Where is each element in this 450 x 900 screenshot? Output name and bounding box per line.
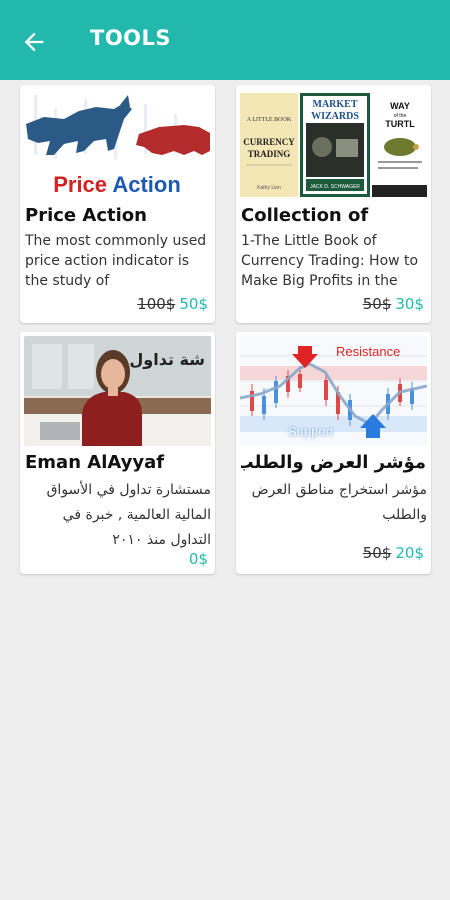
svg-text:Price Action: Price Action: [53, 172, 181, 197]
old-price: 50$: [362, 295, 392, 313]
support-label: Support: [288, 424, 334, 439]
svg-text:WIZARDS: WIZARDS: [311, 111, 359, 122]
svg-text:JACK D. SCHWAGER: JACK D. SCHWAGER: [310, 184, 360, 190]
page-title: TOOLS: [90, 26, 172, 50]
card-description: مستشارة تداول في الأسواق المالية العالمي…: [46, 482, 211, 548]
current-price: 20$: [395, 544, 424, 562]
svg-text:Kathy Lien: Kathy Lien: [257, 185, 281, 191]
svg-text:TURTL: TURTL: [385, 119, 415, 129]
tool-card-eman-alayyaf[interactable]: شة تداول Eman AlAyyaf مستشارة تداول في ا…: [20, 332, 215, 574]
resistance-label: Resistance: [336, 344, 401, 359]
card-title: Price Action: [25, 205, 147, 226]
tool-card-book-collection[interactable]: A LITTLE BOOK CURRENCY TRADING Kathy Lie…: [236, 85, 431, 323]
consultant-photo: شة تداول: [24, 336, 211, 446]
card-price: 100$ 50$: [137, 295, 208, 313]
tool-card-supply-demand[interactable]: Resistance Support مؤشر العرض والطلب مؤش…: [236, 332, 431, 574]
old-price: 100$: [137, 295, 176, 313]
current-price: 0$: [188, 550, 208, 568]
svg-text:MARKET: MARKET: [313, 99, 358, 110]
old-price: 50$: [362, 544, 392, 562]
svg-text:A LITTLE BOOK: A LITTLE BOOK: [247, 117, 292, 123]
card-price: 50$ 20$: [363, 544, 424, 562]
card-title: Eman AlAyyaf: [25, 452, 165, 473]
svg-text:WAY: WAY: [390, 101, 410, 111]
card-description: The most commonly used price action indi…: [25, 233, 207, 289]
book-collection-image: A LITTLE BOOK CURRENCY TRADING Kathy Lie…: [240, 89, 427, 199]
card-title: Collection of: [241, 205, 369, 226]
current-price: 30$: [395, 295, 424, 313]
price-action-image: Price Action: [24, 89, 211, 199]
card-description: 1-The Little Book of Currency Trading: H…: [241, 233, 419, 289]
svg-text:CURRENCY: CURRENCY: [243, 137, 295, 147]
back-arrow-icon[interactable]: [20, 28, 48, 56]
card-title: مؤشر العرض والطلب: [241, 452, 426, 473]
card-price: 0$: [189, 550, 208, 568]
card-description: مؤشر استخراج مناطق العرض والطلب: [251, 482, 427, 523]
svg-text:TRADING: TRADING: [248, 149, 291, 159]
supply-demand-chart-image: Resistance Support: [240, 336, 427, 446]
app-bar: TOOLS: [0, 0, 450, 80]
tool-card-price-action[interactable]: Price Action Price Action The most commo…: [20, 85, 215, 323]
card-price: 50$ 30$: [363, 295, 424, 313]
current-price: 50$: [179, 295, 208, 313]
image-overlay-text: شة تداول: [129, 350, 205, 369]
